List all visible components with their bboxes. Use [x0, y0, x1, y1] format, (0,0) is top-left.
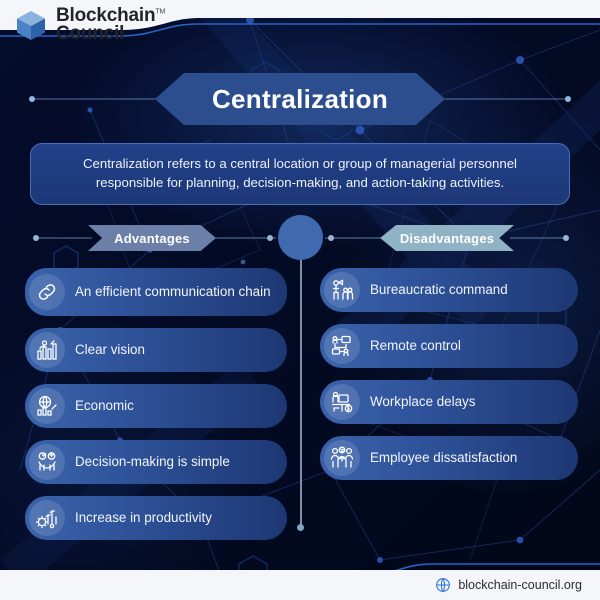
advantages-list: An efficient communication chain Clear v… — [25, 268, 287, 552]
list-item-label: Workplace delays — [370, 393, 476, 409]
list-item[interactable]: Increase in productivity — [25, 496, 287, 540]
page-title-text: Centralization — [211, 83, 389, 114]
footer-website-text: blockchain-council.org — [458, 578, 582, 592]
globe-icon — [436, 578, 451, 592]
list-item-label: Decision-making is simple — [75, 453, 230, 469]
list-item[interactable]: Economic — [25, 384, 287, 428]
center-node — [278, 215, 323, 260]
divider-end-dot — [297, 524, 304, 531]
disadvantages-header-label: Disadvantages — [399, 230, 495, 246]
desk-clock-icon — [324, 384, 360, 420]
chain-link-icon — [29, 274, 65, 310]
list-item-label: An efficient communication chain — [75, 283, 271, 299]
list-item-label: Increase in productivity — [75, 509, 212, 525]
list-item-label: Employee dissatisfaction — [370, 449, 518, 465]
command-megaphone-icon — [324, 272, 360, 308]
list-item[interactable]: Clear vision — [25, 328, 287, 372]
page-title: Centralization — [155, 73, 445, 125]
gear-growth-icon — [29, 500, 65, 536]
vertical-divider — [300, 258, 302, 526]
list-item[interactable]: An efficient communication chain — [25, 268, 287, 316]
advantages-header: Advantages — [88, 225, 216, 251]
advantages-header-label: Advantages — [114, 230, 190, 246]
globe-chart-icon — [29, 388, 65, 424]
description-box: Centralization refers to a central locat… — [30, 143, 570, 206]
list-item[interactable]: Remote control — [320, 324, 578, 368]
list-item-label: Clear vision — [75, 341, 145, 357]
footer-website-link[interactable]: blockchain-council.org — [435, 577, 582, 593]
disadvantages-header: Disadvantages — [380, 225, 514, 251]
list-item-label: Economic — [75, 397, 134, 413]
list-item-label: Remote control — [370, 337, 461, 353]
list-item-label: Bureaucratic command — [370, 281, 508, 297]
cube-icon — [17, 11, 45, 41]
disadvantages-list: Bureaucratic command Remote control Work… — [320, 268, 578, 492]
unhappy-employees-icon — [324, 440, 360, 476]
list-item[interactable]: Workplace delays — [320, 380, 578, 424]
trademark-mark: TM — [155, 8, 166, 16]
brand-logo[interactable]: BlockchainTM Council — [14, 6, 166, 45]
list-item[interactable]: Bureaucratic command — [320, 268, 578, 312]
decision-balance-icon — [29, 444, 65, 480]
infographic-canvas: BlockchainTM Council Centralization Cent… — [0, 0, 600, 600]
list-item[interactable]: Decision-making is simple — [25, 440, 287, 484]
list-item[interactable]: Employee dissatisfaction — [320, 436, 578, 480]
logo-line-2: Council — [56, 23, 125, 45]
remote-network-icon — [324, 328, 360, 364]
vision-chart-icon — [29, 332, 65, 368]
